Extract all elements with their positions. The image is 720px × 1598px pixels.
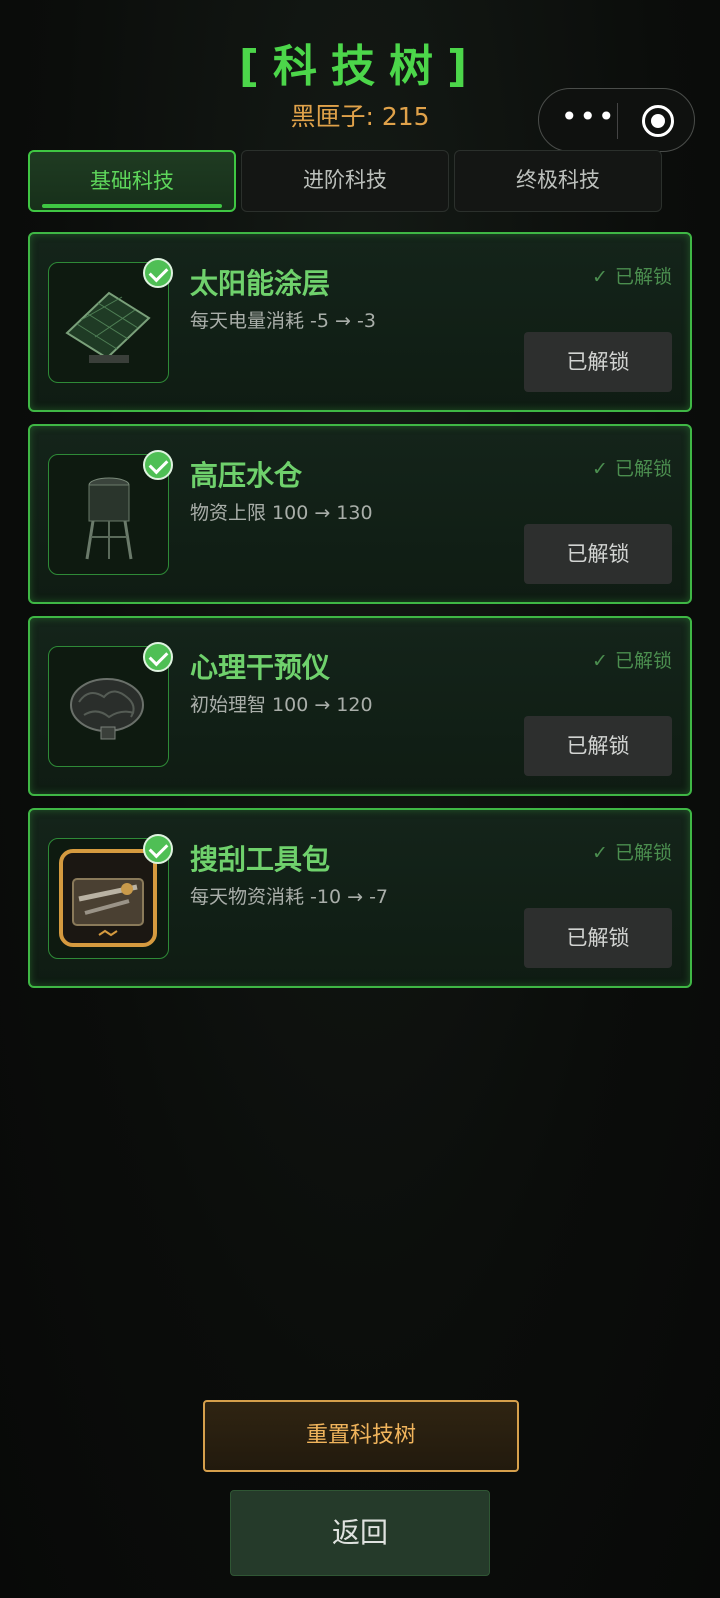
- unlocked-check-icon: [143, 258, 173, 288]
- tech-name: 太阳能涂层: [190, 267, 331, 300]
- tech-effect: 每天物资消耗 -10 → -7: [190, 886, 389, 908]
- reset-tech-tree-button[interactable]: 重置科技树: [203, 1400, 519, 1472]
- tech-name: 搜刮工具包: [190, 843, 331, 876]
- unlocked-check-icon: [143, 450, 173, 480]
- unlocked-button[interactable]: 已解锁: [524, 716, 672, 776]
- tech-status: ✓ 已解锁: [589, 838, 672, 865]
- capsule-divider: [617, 103, 618, 139]
- tech-card: 高压水仓 物资上限 100 → 130 ✓ 已解锁 已解锁: [28, 424, 692, 604]
- tech-card: 心理干预仪 初始理智 100 → 120 ✓ 已解锁 已解锁: [28, 616, 692, 796]
- tech-effect: 初始理智 100 → 120: [190, 694, 373, 716]
- unlocked-check-icon: [143, 642, 173, 672]
- tech-status: ✓ 已解锁: [589, 646, 672, 673]
- unlocked-button[interactable]: 已解锁: [524, 908, 672, 968]
- checkmark-icon: ✓: [592, 266, 608, 288]
- unlocked-check-icon: [143, 834, 173, 864]
- unlocked-button[interactable]: 已解锁: [524, 524, 672, 584]
- tech-name: 高压水仓: [190, 459, 303, 492]
- unlocked-button[interactable]: 已解锁: [524, 332, 672, 392]
- target-icon[interactable]: [642, 105, 674, 137]
- more-dots-icon[interactable]: •••: [561, 103, 615, 133]
- tech-effect: 每天电量消耗 -5 → -3: [190, 310, 376, 332]
- tech-card: 搜刮工具包 每天物资消耗 -10 → -7 ✓ 已解锁 已解锁: [28, 808, 692, 988]
- tab-basic[interactable]: 基础科技: [28, 150, 236, 212]
- tech-name: 心理干预仪: [190, 651, 331, 684]
- back-button[interactable]: 返回: [230, 1490, 490, 1576]
- tab-ultimate[interactable]: 终极科技: [454, 150, 662, 212]
- checkmark-icon: ✓: [592, 650, 608, 672]
- checkmark-icon: ✓: [592, 842, 608, 864]
- miniprogram-capsule: •••: [538, 88, 695, 152]
- tech-card: 太阳能涂层 每天电量消耗 -5 → -3 ✓ 已解锁 已解锁: [28, 232, 692, 412]
- tech-status: ✓ 已解锁: [589, 262, 672, 289]
- tech-tabs: 基础科技 进阶科技 终极科技: [28, 150, 669, 212]
- tech-effect: 物资上限 100 → 130: [190, 502, 373, 524]
- checkmark-icon: ✓: [592, 458, 608, 480]
- page-title: [科技树]: [238, 41, 482, 92]
- tab-advanced[interactable]: 进阶科技: [241, 150, 449, 212]
- tech-status: ✓ 已解锁: [589, 454, 672, 481]
